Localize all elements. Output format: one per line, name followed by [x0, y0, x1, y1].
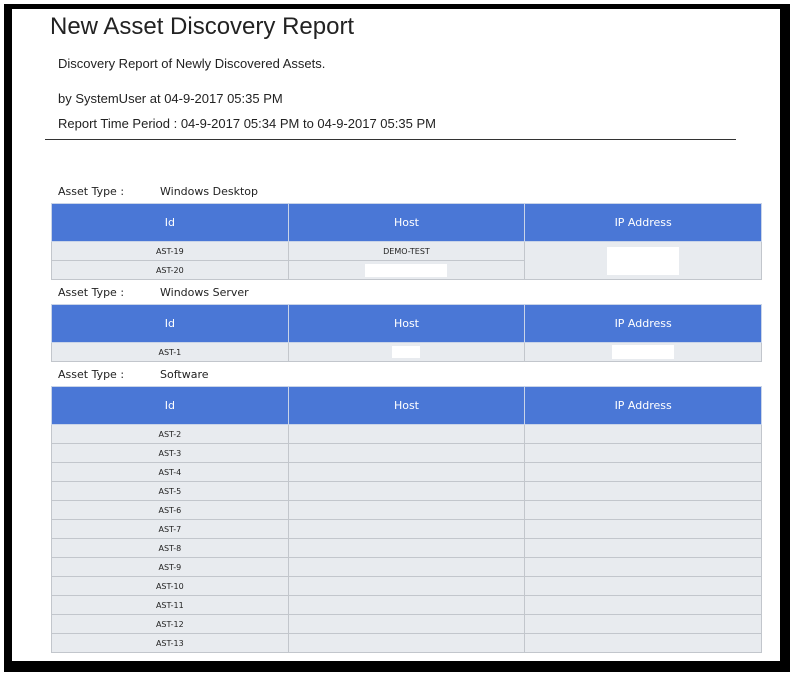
cell-ip-address	[524, 633, 762, 653]
cell-host	[287, 443, 526, 463]
cell-id: AST-19	[51, 241, 289, 261]
cell-id: AST-2	[51, 424, 289, 444]
table-row: AST-8	[51, 538, 762, 558]
table-row: AST-12	[51, 614, 762, 634]
asset-type-label: Asset Type :	[58, 185, 125, 198]
asset-type-label: Asset Type :	[58, 286, 125, 299]
asset-table-windows-desktop: Id Host IP Address AST-19 DEMO-TEST AST-…	[51, 203, 762, 280]
column-header-ip-address: IP Address	[524, 386, 762, 425]
report-time-period: Report Time Period : 04-9-2017 05:34 PM …	[58, 116, 436, 131]
software-table-body: AST-2 AST-3 AST-4 AST-5 AST-6 AST-7 AST-8 AST-9…	[51, 424, 762, 653]
table-row: AST-6	[51, 500, 762, 520]
table-row: AST-13	[51, 633, 762, 653]
redacted-block	[365, 263, 448, 277]
cell-ip-address	[524, 538, 762, 558]
cell-ip-address	[524, 462, 762, 482]
cell-id: AST-12	[51, 614, 289, 634]
column-header-host: Host	[287, 203, 526, 242]
column-header-id: Id	[51, 203, 289, 242]
cell-host	[287, 424, 526, 444]
table-row: AST-9	[51, 557, 762, 577]
cell-ip-address	[524, 519, 762, 539]
cell-host	[287, 519, 526, 539]
table-row: AST-10	[51, 576, 762, 596]
cell-host	[287, 500, 526, 520]
cell-id: AST-1	[51, 342, 289, 362]
table-row: AST-5	[51, 481, 762, 501]
cell-id: AST-6	[51, 500, 289, 520]
cell-ip-address	[524, 614, 762, 634]
cell-ip-address	[524, 481, 762, 501]
asset-type-label: Asset Type :	[58, 368, 125, 381]
cell-host	[287, 342, 526, 362]
column-header-ip-address: IP Address	[524, 304, 762, 343]
cell-host	[287, 260, 526, 280]
column-header-host: Host	[287, 386, 526, 425]
cell-host	[287, 576, 526, 596]
table-header-row: Id Host IP Address	[51, 386, 762, 425]
asset-table-software: Id Host IP Address AST-2 AST-3 AST-4 AST-5 A…	[51, 386, 762, 653]
table-row: AST-4	[51, 462, 762, 482]
cell-id: AST-5	[51, 481, 289, 501]
table-header-row: Id Host IP Address	[51, 304, 762, 343]
cell-host	[287, 557, 526, 577]
screenshot-frame: New Asset Discovery Report Discovery Rep…	[4, 4, 790, 672]
asset-type-value: Software	[160, 368, 209, 381]
table-row: AST-1	[51, 342, 762, 362]
report-page: New Asset Discovery Report Discovery Rep…	[12, 9, 780, 661]
column-header-ip-address: IP Address	[524, 203, 762, 242]
cell-id: AST-10	[51, 576, 289, 596]
cell-id: AST-4	[51, 462, 289, 482]
table-header-row: Id Host IP Address	[51, 203, 762, 242]
cell-ip-address	[524, 241, 762, 280]
asset-type-heading-software: Asset Type : Software	[58, 368, 209, 381]
table-row: AST-11	[51, 595, 762, 615]
table-row: AST-3	[51, 443, 762, 463]
asset-type-value: Windows Server	[160, 286, 249, 299]
cell-ip-address	[524, 500, 762, 520]
cell-host	[287, 462, 526, 482]
redacted-block	[607, 246, 680, 275]
cell-id: AST-8	[51, 538, 289, 558]
asset-type-value: Windows Desktop	[160, 185, 258, 198]
cell-host	[287, 538, 526, 558]
cell-host: DEMO-TEST	[287, 241, 526, 261]
asset-type-heading-windows-server: Asset Type : Windows Server	[58, 286, 249, 299]
column-header-id: Id	[51, 304, 289, 343]
cell-host	[287, 633, 526, 653]
cell-ip-address	[524, 576, 762, 596]
cell-id: AST-20	[51, 260, 289, 280]
report-description: Discovery Report of Newly Discovered Ass…	[58, 56, 326, 71]
cell-ip-address	[524, 557, 762, 577]
asset-table-windows-server: Id Host IP Address AST-1	[51, 304, 762, 362]
header-divider	[45, 139, 736, 140]
column-header-host: Host	[287, 304, 526, 343]
cell-id: AST-7	[51, 519, 289, 539]
cell-id: AST-13	[51, 633, 289, 653]
cell-id: AST-3	[51, 443, 289, 463]
redacted-block	[612, 345, 675, 359]
table-row: AST-2	[51, 424, 762, 444]
redacted-block	[392, 346, 421, 358]
cell-ip-address	[524, 424, 762, 444]
cell-id: AST-9	[51, 557, 289, 577]
column-header-id: Id	[51, 386, 289, 425]
asset-type-heading-windows-desktop: Asset Type : Windows Desktop	[58, 185, 258, 198]
table-row: AST-19 DEMO-TEST	[51, 241, 762, 280]
cell-host	[287, 595, 526, 615]
cell-host	[287, 481, 526, 501]
table-row: AST-7	[51, 519, 762, 539]
report-generated-by: by SystemUser at 04-9-2017 05:35 PM	[58, 91, 283, 106]
cell-ip-address	[524, 595, 762, 615]
cell-id: AST-11	[51, 595, 289, 615]
cell-ip-address	[524, 443, 762, 463]
cell-host	[287, 614, 526, 634]
cell-ip-address	[524, 342, 762, 362]
report-title: New Asset Discovery Report	[50, 13, 355, 40]
